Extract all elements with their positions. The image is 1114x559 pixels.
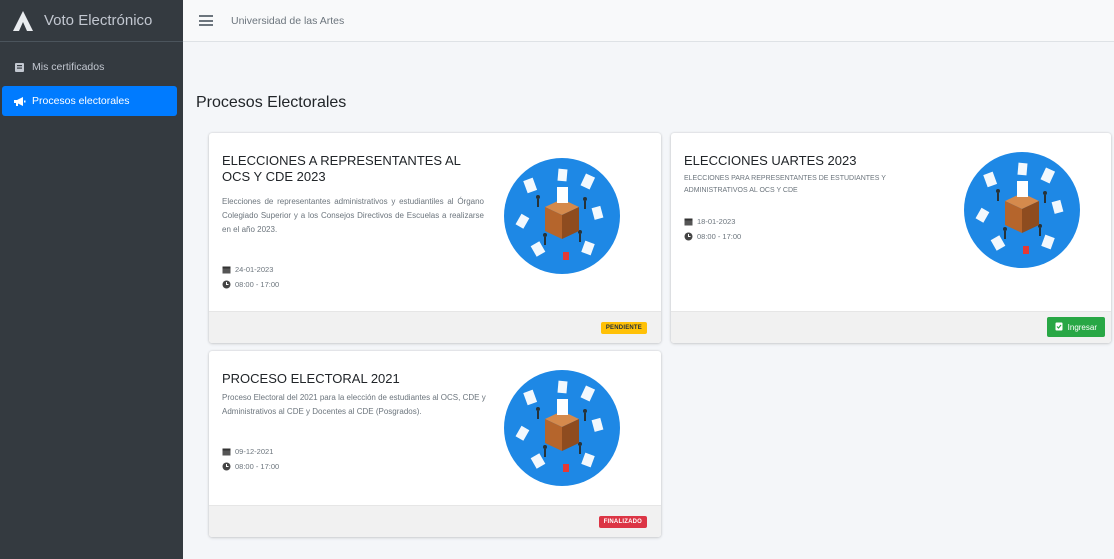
clock-icon bbox=[684, 232, 693, 241]
clock-icon bbox=[222, 462, 231, 471]
election-date: 18-01-2023 bbox=[684, 217, 741, 226]
election-time: 08:00 - 17:00 bbox=[222, 462, 279, 471]
main-content: Procesos Electorales ELECCIONES A REPRES… bbox=[183, 42, 1114, 559]
election-time-text: 08:00 - 17:00 bbox=[697, 232, 742, 241]
election-date-text: 09-12-2021 bbox=[235, 447, 274, 456]
card-footer: PENDIENTE bbox=[209, 311, 661, 343]
status-badge: FINALIZADO bbox=[598, 516, 647, 528]
top-navbar: Universidad de las Artes bbox=[183, 0, 1114, 42]
page-title: Procesos Electorales bbox=[196, 94, 347, 111]
election-title: ELECCIONES A REPRESENTANTES AL OCS Y CDE… bbox=[222, 153, 461, 184]
election-description: ELECCIONES PARA REPRESENTANTES DE ESTUDI… bbox=[684, 175, 886, 194]
bullhorn-icon bbox=[12, 94, 26, 108]
election-title: PROCESO ELECTORAL 2021 bbox=[222, 371, 400, 386]
certificate-icon bbox=[12, 60, 26, 74]
calendar-icon bbox=[222, 265, 231, 274]
ballot-box-illustration bbox=[504, 158, 620, 274]
calendar-icon bbox=[684, 217, 693, 226]
ballot-box-illustration bbox=[504, 370, 620, 486]
sidebar-item-label: Procesos electorales bbox=[32, 95, 130, 107]
status-badge: PENDIENTE bbox=[600, 322, 647, 334]
election-time-text: 08:00 - 17:00 bbox=[235, 280, 280, 289]
election-schedule: 18-01-2023 08:00 - 17:00 bbox=[684, 217, 741, 241]
enter-button[interactable]: Ingresar bbox=[1046, 317, 1105, 337]
sidebar-item-label: Mis certificados bbox=[32, 61, 105, 73]
election-date-text: 18-01-2023 bbox=[697, 217, 736, 226]
election-title: ELECCIONES UARTES 2023 bbox=[684, 153, 857, 168]
election-time: 08:00 - 17:00 bbox=[222, 280, 279, 289]
election-time: 08:00 - 17:00 bbox=[684, 232, 741, 241]
card-footer: Ingresar bbox=[671, 311, 1111, 343]
sidebar-item-certificados[interactable]: Mis certificados bbox=[2, 52, 177, 82]
ballot-icon bbox=[1055, 322, 1063, 333]
election-card: ELECCIONES A REPRESENTANTES AL OCS Y CDE… bbox=[209, 133, 661, 343]
election-schedule: 24-01-2023 08:00 - 17:00 bbox=[222, 265, 279, 289]
app-title: Voto Electrónico bbox=[44, 12, 153, 29]
election-date: 09-12-2021 bbox=[222, 447, 279, 456]
election-date: 24-01-2023 bbox=[222, 265, 279, 274]
card-footer: FINALIZADO bbox=[209, 505, 661, 537]
organization-name: Universidad de las Artes bbox=[231, 14, 345, 27]
enter-button-label: Ingresar bbox=[1067, 322, 1097, 332]
ballot-box-illustration bbox=[964, 152, 1080, 268]
election-card: ELECCIONES UARTES 2023 ELECCIONES PARA R… bbox=[671, 133, 1111, 343]
election-schedule: 09-12-2021 08:00 - 17:00 bbox=[222, 447, 279, 471]
calendar-icon bbox=[222, 447, 231, 456]
clock-icon bbox=[222, 280, 231, 289]
election-card: PROCESO ELECTORAL 2021 Proceso Electoral… bbox=[209, 351, 661, 537]
logo-icon bbox=[13, 10, 33, 31]
brand[interactable]: Voto Electrónico bbox=[0, 0, 183, 42]
menu-toggle-icon[interactable] bbox=[199, 15, 213, 26]
sidebar: Voto Electrónico Mis certificados Proces… bbox=[0, 0, 183, 559]
election-description: Proceso Electoral del 2021 para la elecc… bbox=[222, 393, 486, 416]
sidebar-nav: Mis certificados Procesos electorales bbox=[0, 42, 183, 116]
election-time-text: 08:00 - 17:00 bbox=[235, 462, 280, 471]
sidebar-item-procesos[interactable]: Procesos electorales bbox=[2, 86, 177, 116]
election-date-text: 24-01-2023 bbox=[235, 265, 274, 274]
election-description: Elecciones de representantes administrat… bbox=[222, 197, 484, 234]
